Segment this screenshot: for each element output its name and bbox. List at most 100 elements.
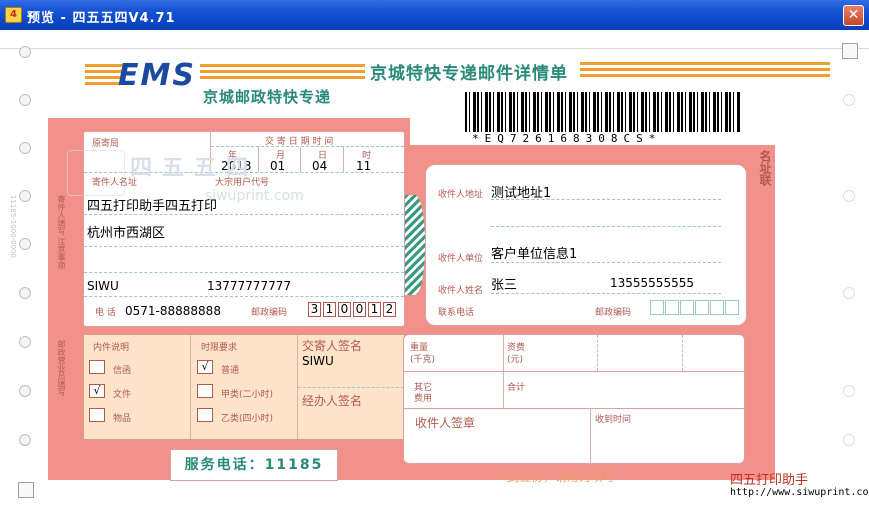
sender-name-address-label: 寄件人名址	[92, 178, 138, 188]
sprocket-hole	[19, 238, 31, 250]
zip-box	[695, 300, 709, 315]
watermark-logo	[67, 150, 125, 196]
corner-mark	[18, 482, 34, 498]
sprocket-hole	[19, 142, 31, 154]
time-limit-b-checkbox[interactable]	[197, 408, 213, 422]
zip-digit: 2	[383, 302, 396, 317]
divider	[84, 214, 404, 215]
zip-digit: 1	[368, 302, 381, 317]
divider	[258, 147, 259, 172]
divider	[597, 335, 598, 371]
receive-time-label: 收到时间	[595, 415, 632, 425]
brand-name: 四五打印助手	[730, 473, 809, 488]
service-phone: 服务电话：11185	[170, 449, 338, 481]
sender-name: SIWU	[87, 279, 119, 293]
fee-section	[403, 334, 745, 464]
zip-box	[710, 300, 724, 315]
side-note: 邮政营业员填写	[57, 340, 66, 396]
origin-office-label: 原寄局	[92, 139, 120, 149]
divider	[404, 371, 744, 372]
item-type-label: 文件	[113, 390, 132, 400]
divider	[491, 293, 721, 294]
sender-phone: 0571-88888888	[125, 304, 221, 318]
item-type-header: 内件说明	[93, 343, 130, 353]
sprocket-hole	[19, 190, 31, 202]
sender-company: 四五打印助手四五打印	[87, 199, 218, 214]
divider	[491, 199, 721, 200]
postage-unit: (元)	[507, 355, 524, 365]
time-limit-a-checkbox[interactable]	[197, 384, 213, 398]
send-month: 01	[270, 159, 286, 173]
receiver-name: 张三	[491, 278, 518, 293]
sprocket-hole	[19, 287, 31, 299]
sender-sign-label: 交寄人签名	[302, 339, 363, 353]
divider	[682, 335, 683, 371]
item-type-label: 信函	[113, 366, 132, 376]
close-icon: ✕	[847, 7, 860, 23]
window-title: 预览 - 四五五四V4.71	[27, 11, 176, 26]
divider	[211, 146, 404, 147]
send-day: 04	[312, 159, 328, 173]
sender-address: 杭州市西湖区	[87, 226, 166, 241]
barcode	[465, 92, 740, 132]
divider	[298, 387, 404, 388]
divider	[84, 296, 404, 297]
sender-zip-label: 邮政编码	[251, 308, 288, 318]
zip-box	[650, 300, 664, 315]
receiver-unit-label: 收件人单位	[438, 254, 484, 264]
sprocket-hole	[19, 385, 31, 397]
item-type-goods-checkbox[interactable]	[89, 408, 105, 422]
close-button[interactable]: ✕	[843, 5, 864, 26]
receiver-sign-label: 收件人签章	[415, 416, 476, 430]
side-code-text: 11185-1000-0000	[9, 195, 17, 258]
sprocket-hole	[843, 287, 855, 299]
receiver-name-label: 收件人姓名	[438, 286, 484, 296]
receiver-phone: 13555555555	[610, 276, 694, 290]
perforation-line	[0, 48, 869, 49]
receiver-address-label: 收件人地址	[438, 190, 484, 200]
divider	[343, 147, 344, 172]
copy-label: 名址联	[758, 150, 772, 186]
big-customer-label: 大宗用户代号	[215, 178, 270, 188]
ems-logo: EMS	[118, 58, 196, 93]
zip-digit: 0	[338, 302, 351, 317]
divider	[300, 147, 301, 172]
time-limit-label: 乙类(四小时)	[221, 414, 274, 424]
sprocket-hole	[843, 94, 855, 106]
item-type-label: 物品	[113, 414, 132, 424]
divider	[590, 408, 591, 464]
item-type-letter-checkbox[interactable]	[89, 360, 105, 374]
receiver-unit: 客户单位信息1	[491, 247, 578, 262]
sprocket-hole	[19, 46, 31, 58]
corner-mark	[842, 43, 858, 59]
divider	[84, 272, 404, 273]
zip-box	[665, 300, 679, 315]
divider	[491, 226, 721, 227]
sprocket-hole	[19, 434, 31, 446]
sprocket-hole	[843, 434, 855, 446]
zip-digit: 0	[353, 302, 366, 317]
zip-digit: 3	[308, 302, 321, 317]
time-limit-label: 甲类(二小时)	[221, 390, 274, 400]
time-limit-header: 时限要求	[201, 343, 238, 353]
handler-sign-label: 经办人签名	[302, 394, 363, 408]
sprocket-hole	[843, 190, 855, 202]
sender-phone-label: 电 话	[95, 308, 116, 318]
receiver-phone-label: 联系电话	[438, 308, 475, 318]
check-mark-icon: √	[93, 384, 101, 397]
brand-url[interactable]: http://www.siwuprint.co	[730, 487, 868, 498]
ems-subtitle: 京城邮政特快专递	[203, 88, 332, 106]
sprocket-hole	[843, 385, 855, 397]
header-stripe	[200, 64, 365, 80]
time-limit-label: 普通	[221, 366, 240, 376]
form-title: 京城特快专递邮件详情单	[370, 64, 568, 84]
app-icon: 4	[5, 7, 22, 23]
time-limit-normal-checkbox[interactable]: √	[197, 360, 213, 374]
item-type-document-checkbox[interactable]: √	[89, 384, 105, 398]
divider	[190, 335, 191, 439]
divider	[84, 246, 404, 247]
send-hour: 11	[356, 159, 372, 173]
total-label: 合计	[507, 383, 526, 393]
divider	[404, 408, 744, 409]
side-note: 寄件人填写 注意事项	[57, 195, 66, 270]
